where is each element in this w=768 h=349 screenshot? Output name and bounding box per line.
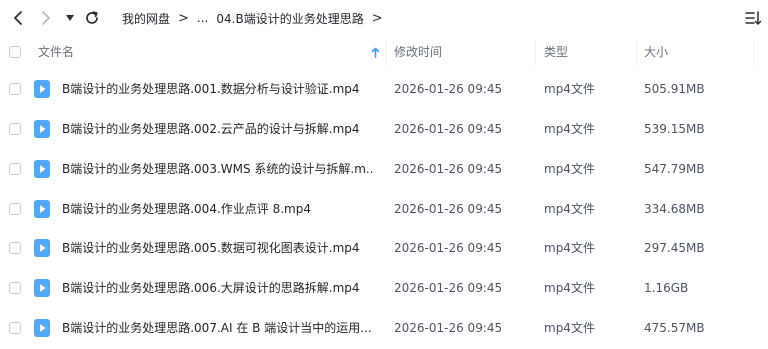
toolbar: 我的网盘 > ... 04.B端设计的业务处理思路 >	[0, 0, 768, 36]
column-divider[interactable]	[535, 40, 536, 66]
sort-list-icon	[745, 11, 762, 25]
column-header-type[interactable]: 类型	[544, 36, 568, 68]
file-type: mp4文件	[544, 281, 595, 295]
file-modified: 2026-01-26 09:45	[394, 122, 503, 136]
file-name[interactable]: B端设计的业务处理思路.001.数据分析与设计验证.mp4	[62, 69, 372, 109]
column-header-modified[interactable]: 修改时间	[394, 36, 442, 68]
row-checkbox[interactable]	[9, 242, 21, 254]
file-size: 505.91MB	[644, 82, 705, 96]
file-size: 1.16GB	[644, 281, 689, 295]
file-type: mp4文件	[544, 122, 595, 136]
file-type: mp4文件	[544, 321, 595, 335]
file-row[interactable]: B端设计的业务处理思路.007.AI 在 B 端设计当中的运用.... 2026…	[0, 308, 768, 348]
row-checkbox[interactable]	[9, 203, 21, 215]
video-file-icon	[34, 80, 50, 98]
chevron-right-icon	[42, 11, 50, 25]
file-modified: 2026-01-26 09:45	[394, 281, 503, 295]
file-row[interactable]: B端设计的业务处理思路.006.大屏设计的思路拆解.mp4 2026-01-26…	[0, 268, 768, 308]
file-name[interactable]: B端设计的业务处理思路.003.WMS 系统的设计与拆解.m...	[62, 149, 372, 189]
row-checkbox[interactable]	[9, 83, 21, 95]
refresh-button[interactable]	[82, 8, 102, 28]
file-size: 547.79MB	[644, 162, 705, 176]
file-name[interactable]: B端设计的业务处理思路.006.大屏设计的思路拆解.mp4	[62, 268, 372, 308]
breadcrumb-current[interactable]: 04.B端设计的业务处理思路	[216, 10, 363, 27]
chevron-left-icon	[14, 11, 22, 25]
video-file-icon	[34, 200, 50, 218]
file-type: mp4文件	[544, 82, 595, 96]
file-name[interactable]: B端设计的业务处理思路.007.AI 在 B 端设计当中的运用....	[62, 308, 372, 348]
file-name[interactable]: B端设计的业务处理思路.004.作业点评 8.mp4	[62, 189, 372, 229]
file-name[interactable]: B端设计的业务处理思路.005.数据可视化图表设计.mp4	[62, 228, 372, 268]
breadcrumb-ellipsis[interactable]: ...	[197, 11, 208, 25]
history-dropdown-button[interactable]	[61, 8, 79, 28]
file-type: mp4文件	[544, 202, 595, 216]
column-header-size[interactable]: 大小	[644, 36, 668, 68]
triangle-down-icon	[66, 15, 74, 21]
file-size: 539.15MB	[644, 122, 705, 136]
breadcrumb-root[interactable]: 我的网盘	[122, 10, 170, 27]
file-size: 334.68MB	[644, 202, 705, 216]
column-divider[interactable]	[386, 40, 387, 66]
row-checkbox[interactable]	[9, 322, 21, 334]
file-modified: 2026-01-26 09:45	[394, 82, 503, 96]
file-type: mp4文件	[544, 241, 595, 255]
column-header-name[interactable]: 文件名	[38, 36, 74, 68]
row-checkbox[interactable]	[9, 123, 21, 135]
forward-button[interactable]	[36, 8, 56, 28]
file-name[interactable]: B端设计的业务处理思路.002.云产品的设计与拆解.mp4	[62, 109, 372, 149]
file-row[interactable]: B端设计的业务处理思路.005.数据可视化图表设计.mp4 2026-01-26…	[0, 228, 768, 268]
file-size: 475.57MB	[644, 321, 705, 335]
row-checkbox[interactable]	[9, 163, 21, 175]
breadcrumb-separator-icon: >	[371, 10, 383, 26]
breadcrumb-separator-icon: >	[178, 10, 189, 26]
row-checkbox[interactable]	[9, 282, 21, 294]
file-modified: 2026-01-26 09:45	[394, 321, 503, 335]
sort-options-button[interactable]	[744, 9, 762, 27]
column-divider[interactable]	[753, 40, 754, 66]
refresh-icon	[86, 11, 98, 24]
back-button[interactable]	[8, 8, 28, 28]
file-list-header: 文件名 修改时间 类型 大小	[0, 36, 768, 68]
sort-ascending-icon[interactable]	[371, 47, 380, 58]
file-modified: 2026-01-26 09:45	[394, 202, 503, 216]
file-size: 297.45MB	[644, 241, 705, 255]
file-row[interactable]: B端设计的业务处理思路.002.云产品的设计与拆解.mp4 2026-01-26…	[0, 109, 768, 149]
video-file-icon	[34, 160, 50, 178]
file-row[interactable]: B端设计的业务处理思路.004.作业点评 8.mp4 2026-01-26 09…	[0, 189, 768, 229]
file-modified: 2026-01-26 09:45	[394, 241, 503, 255]
file-modified: 2026-01-26 09:45	[394, 162, 503, 176]
video-file-icon	[34, 279, 50, 297]
column-divider[interactable]	[636, 40, 637, 66]
file-row[interactable]: B端设计的业务处理思路.003.WMS 系统的设计与拆解.m... 2026-0…	[0, 149, 768, 189]
file-row[interactable]: B端设计的业务处理思路.001.数据分析与设计验证.mp4 2026-01-26…	[0, 69, 768, 109]
breadcrumb: 我的网盘 > ... 04.B端设计的业务处理思路 >	[122, 9, 391, 27]
video-file-icon	[34, 239, 50, 257]
video-file-icon	[34, 319, 50, 337]
file-type: mp4文件	[544, 162, 595, 176]
video-file-icon	[34, 120, 50, 138]
select-all-checkbox[interactable]	[9, 46, 21, 58]
